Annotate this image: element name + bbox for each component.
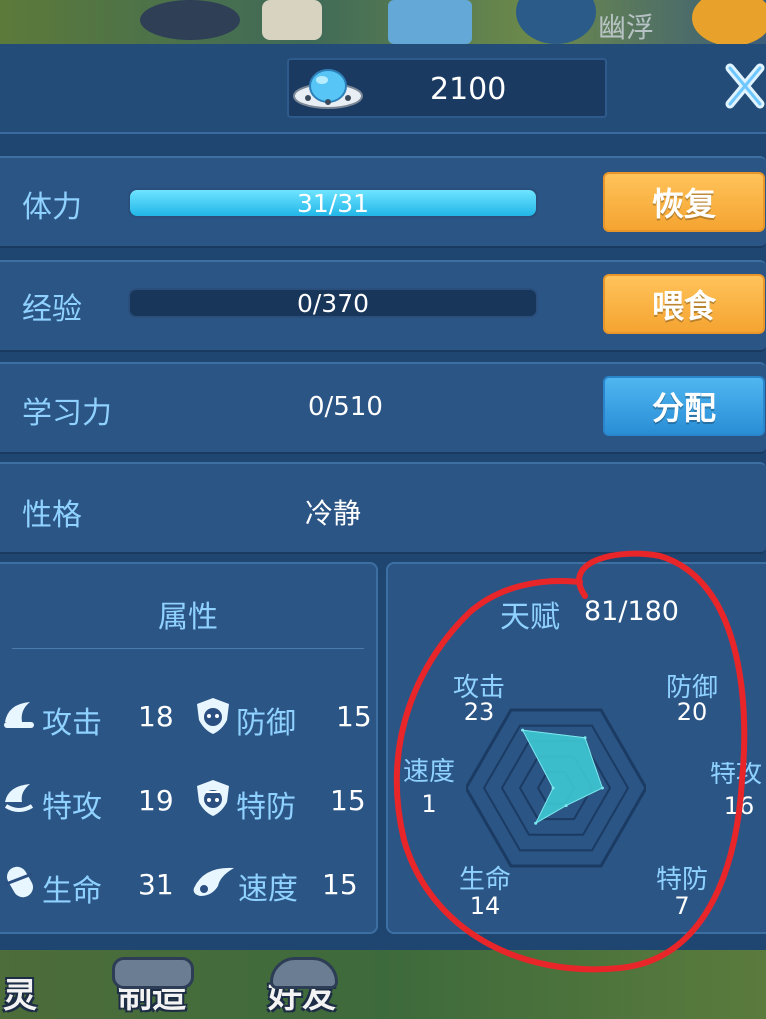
- radar-talent-shape: [521, 729, 604, 825]
- attributes-title: 属性: [158, 600, 218, 635]
- hp-value: 31: [138, 868, 174, 901]
- defense-value: 15: [336, 700, 372, 733]
- radar-label-hp: 生命: [458, 865, 511, 895]
- attributes-divider: [12, 648, 364, 649]
- defense-icon: [197, 698, 229, 734]
- radar-value-attack: 23: [463, 698, 495, 726]
- radar-point: [534, 821, 538, 825]
- friends-icon: [270, 957, 338, 989]
- background-side-label: 幽浮: [598, 11, 655, 44]
- special-attack-icon: [4, 784, 34, 812]
- attack-label: 攻击: [42, 706, 102, 741]
- radar-value-defense: 20: [676, 698, 708, 726]
- special-defense-value: 15: [330, 784, 366, 817]
- talent-value: 81/180: [584, 596, 679, 627]
- hp-icon: [5, 866, 33, 898]
- feed-button[interactable]: 喂食: [603, 274, 765, 334]
- special-defense-label: 特防: [236, 790, 296, 825]
- radar-label-special-attack: 特攻: [709, 762, 762, 786]
- speed-value: 15: [322, 868, 358, 901]
- special-attack-label: 特攻: [42, 790, 102, 825]
- radar-value-speed: 1: [421, 790, 437, 818]
- radar-value-special-attack: 16: [723, 792, 755, 820]
- speed-icon: [193, 867, 234, 896]
- nav-tab-spirit-label: 灵: [3, 976, 37, 1016]
- nav-tab-friends[interactable]: 好友: [240, 948, 364, 1019]
- stamina-bar: 31/31: [128, 188, 538, 218]
- radar-label-special-defense: 特防: [655, 865, 708, 895]
- radar-label-defense: 防御: [665, 673, 718, 703]
- radar-point: [583, 736, 587, 740]
- speed-label: 速度: [238, 872, 298, 907]
- stamina-value: 31/31: [296, 189, 370, 218]
- experience-bar: 0/370: [128, 288, 538, 318]
- currency-amount: 2100: [430, 72, 507, 107]
- learning-label: 学习力: [22, 396, 112, 431]
- restore-button[interactable]: 恢复: [603, 172, 765, 232]
- stamina-label: 体力: [22, 190, 82, 225]
- nav-tab-spirit[interactable]: 灵: [0, 948, 40, 1019]
- attack-value: 18: [138, 700, 174, 733]
- attack-icon: [4, 702, 34, 728]
- special-defense-icon: [197, 780, 229, 816]
- defense-label: 防御: [236, 706, 296, 741]
- nature-label: 性格: [22, 498, 82, 533]
- special-attack-value: 19: [138, 784, 174, 817]
- hp-label: 生命: [42, 874, 102, 909]
- ufo-icon: [293, 69, 363, 109]
- nature-value: 冷静: [305, 497, 362, 530]
- experience-label: 经验: [22, 292, 82, 327]
- radar-label-speed: 速度: [402, 757, 455, 787]
- learning-value: 0/510: [308, 392, 383, 422]
- craft-icon: [112, 957, 194, 989]
- radar-point: [564, 804, 568, 808]
- radar-point: [600, 786, 604, 790]
- experience-value: 0/370: [296, 289, 370, 318]
- radar-label-attack: 攻击: [452, 673, 505, 703]
- radar-point: [521, 728, 525, 732]
- radar-value-special-defense: 7: [674, 892, 690, 920]
- radar-point: [551, 786, 555, 790]
- radar-value-hp: 14: [469, 892, 501, 920]
- allocate-button[interactable]: 分配: [603, 376, 765, 436]
- nav-tab-craft[interactable]: 制造: [90, 948, 214, 1019]
- talent-title: 天赋: [500, 600, 560, 635]
- nature-row: [0, 462, 766, 554]
- close-icon[interactable]: [720, 58, 766, 114]
